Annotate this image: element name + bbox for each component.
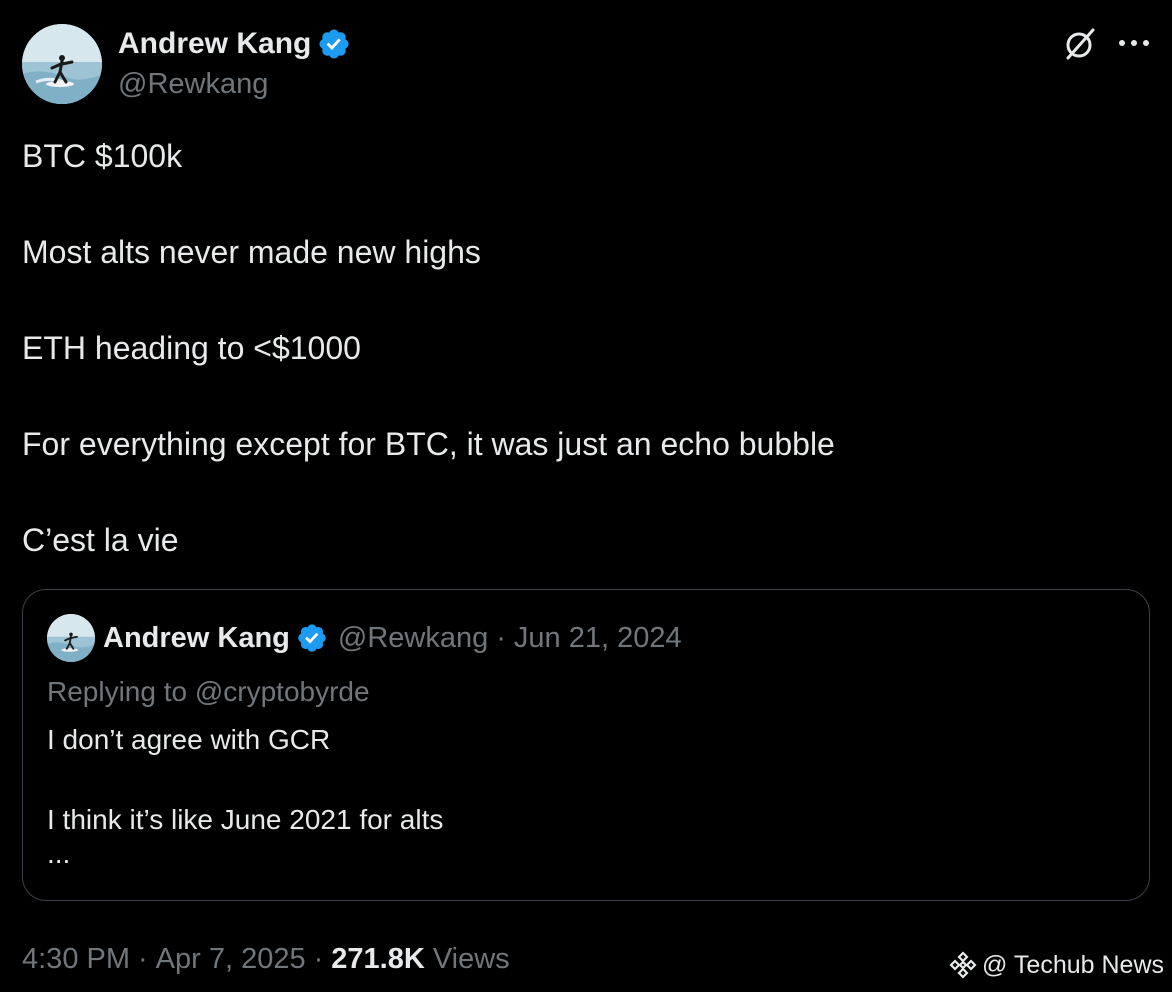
quoted-tweet-ellipsis: ...: [47, 838, 71, 869]
views-label: Views: [432, 943, 510, 975]
quoted-tweet-line: I think it’s like June 2021 for alts: [47, 804, 444, 835]
tweet-meta: 4:30 PM · Apr 7, 2025 · 271.8K Views: [22, 940, 510, 978]
author-name[interactable]: Andrew Kang: [118, 26, 351, 62]
quoted-tweet-card[interactable]: Andrew Kang @Rewkang · Jun 21, 2024 Repl…: [22, 589, 1150, 901]
tweet-line: ETH heading to <$1000: [22, 330, 361, 366]
verified-badge-icon[interactable]: [296, 622, 328, 654]
author-avatar[interactable]: [22, 24, 102, 104]
quoted-author-avatar[interactable]: [47, 614, 95, 662]
watermark: @ Techub News: [948, 950, 1164, 980]
quoted-author-handle[interactable]: @Rewkang: [338, 620, 488, 656]
separator-dot: ·: [138, 943, 148, 975]
tweet-line: BTC $100k: [22, 138, 183, 174]
grok-slash-icon[interactable]: [1062, 26, 1098, 62]
tweet-time[interactable]: 4:30 PM: [22, 940, 130, 978]
tweet-text: BTC $100k Most alts never made new highs…: [22, 136, 1142, 616]
tweet: Andrew Kang @Rewkang BTC $100k Most alts…: [0, 0, 1172, 992]
watermark-text: @ Techub News: [982, 951, 1164, 979]
replying-to-text: Replying to @cryptobyrde: [47, 676, 370, 707]
views-count: 271.8K: [331, 943, 425, 975]
separator-dot: ·: [313, 943, 324, 975]
quoted-tweet-date[interactable]: Jun 21, 2024: [514, 620, 682, 656]
quoted-author-name[interactable]: Andrew Kang: [103, 620, 290, 656]
binance-square-icon: [948, 950, 978, 980]
author-handle[interactable]: @Rewkang: [118, 66, 268, 102]
tweet-date[interactable]: Apr 7, 2025: [156, 940, 306, 978]
more-dots-icon[interactable]: [1116, 36, 1152, 50]
author-name-text[interactable]: Andrew Kang: [118, 26, 311, 62]
tweet-line: For everything except for BTC, it was ju…: [22, 426, 835, 462]
separator-dot: ·: [496, 622, 506, 654]
verified-badge-icon[interactable]: [317, 27, 351, 61]
tweet-line: Most alts never made new highs: [22, 234, 481, 270]
quoted-tweet-line: I don’t agree with GCR: [47, 724, 331, 755]
quoted-tweet-header: Andrew Kang @Rewkang · Jun 21, 2024: [103, 620, 682, 656]
tweet-line: C’est la vie: [22, 522, 179, 558]
